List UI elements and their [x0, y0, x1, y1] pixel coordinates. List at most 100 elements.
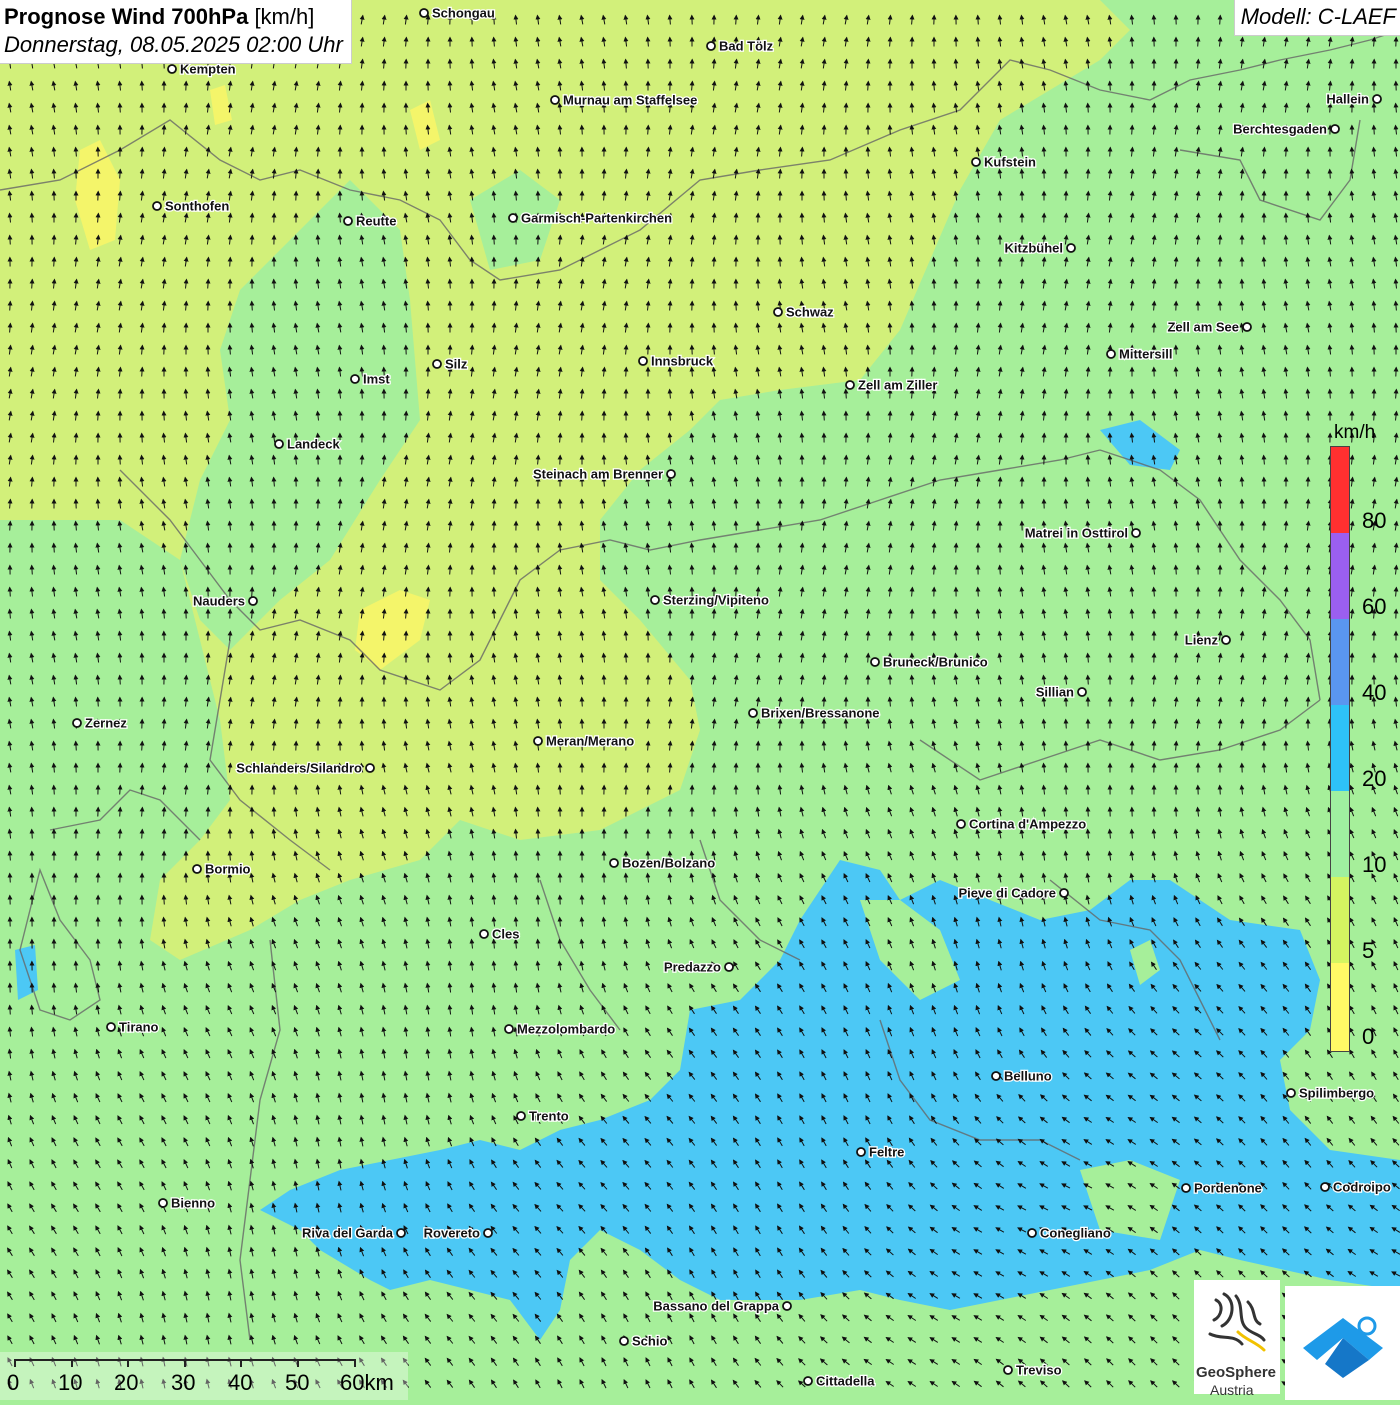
wind-arrow: [296, 544, 297, 553]
city-label: Feltre: [869, 1145, 904, 1160]
forecast-datetime: Donnerstag, 08.05.2025 02:00 Uhr: [4, 31, 343, 59]
city-label: Landeck: [287, 437, 341, 452]
weather-app-logo[interactable]: [1285, 1286, 1400, 1400]
city-marker[interactable]: Mezzolombardo: [505, 1022, 615, 1037]
city-dot: [480, 930, 488, 938]
city-dot: [249, 597, 257, 605]
scale-tick: [240, 1359, 242, 1367]
city-marker[interactable]: Zell am See: [1167, 320, 1251, 335]
city-marker[interactable]: Spilimbergo: [1287, 1086, 1374, 1101]
geosphere-emblem-icon: [1194, 1280, 1280, 1364]
wind-arrow: [824, 126, 825, 135]
geosphere-country: Austria: [1210, 1382, 1254, 1398]
city-marker[interactable]: Brixen/Bressanone: [749, 706, 880, 721]
city-marker[interactable]: Conegliano: [1028, 1226, 1111, 1241]
city-dot: [366, 764, 374, 772]
geosphere-logo[interactable]: GeoSphere Austria: [1194, 1280, 1280, 1394]
legend-unit: km/h: [1334, 422, 1375, 444]
city-marker[interactable]: Pieve di Cadore: [958, 886, 1068, 901]
wind-arrow: [978, 588, 979, 597]
wind-arrow: [142, 654, 143, 663]
legend-seg-40: [1331, 619, 1349, 705]
wind-arrow: [1066, 412, 1067, 421]
city-marker[interactable]: Sterzing/Vipiteno: [651, 593, 769, 608]
city-marker[interactable]: Schongau: [420, 6, 495, 21]
wind-arrow: [1352, 148, 1353, 157]
city-dot: [725, 963, 733, 971]
wind-arrow: [1330, 390, 1331, 399]
wind-arrow: [758, 786, 759, 795]
city-marker[interactable]: Bruneck/Brunico: [871, 655, 988, 670]
wind-arrow: [956, 324, 957, 333]
wind-arrow: [32, 280, 33, 289]
wind-arrow: [648, 698, 649, 707]
wind-arrow: [538, 544, 539, 553]
city-marker[interactable]: Schlanders/Silandro: [236, 761, 374, 776]
city-dot: [957, 820, 965, 828]
city-label: Hallein: [1326, 92, 1369, 107]
city-marker[interactable]: Bozen/Bolzano: [610, 856, 715, 871]
city-marker[interactable]: Cortina d'Ampezzo: [957, 817, 1086, 832]
wind-arrow: [230, 544, 231, 553]
city-marker[interactable]: Riva del Garda: [302, 1226, 405, 1241]
city-marker[interactable]: Zell am Ziller: [846, 378, 937, 393]
wind-arrow: [10, 874, 11, 883]
city-marker[interactable]: Steinach am Brenner: [533, 467, 675, 482]
wind-arrow: [604, 456, 605, 465]
city-marker[interactable]: Meran/Merano: [534, 734, 634, 749]
city-marker[interactable]: Bassano del Grappa: [653, 1299, 791, 1314]
wind-arrow: [1000, 280, 1001, 289]
city-label: Sonthofen: [165, 199, 229, 214]
wind-arrow: [978, 236, 979, 245]
wind-arrow: [186, 808, 187, 817]
scale-label: 30: [171, 1370, 195, 1396]
city-label: Tirano: [119, 1020, 159, 1035]
wind-forecast-map[interactable]: SchongauBad TölzKemptenMurnau am Staffel…: [0, 0, 1400, 1400]
wind-arrow: [1330, 170, 1331, 179]
wind-arrow: [472, 258, 473, 267]
wind-arrow: [384, 148, 385, 157]
legend-seg-20: [1331, 705, 1349, 791]
city-label: Predazzo: [664, 960, 721, 975]
city-label: Cittadella: [816, 1374, 875, 1389]
city-marker[interactable]: Matrei in Osttirol: [1025, 526, 1140, 541]
wind-arrow: [384, 434, 385, 443]
city-marker[interactable]: Garmisch-Partenkirchen: [509, 211, 672, 226]
geosphere-name: GeoSphere: [1196, 1364, 1276, 1381]
wind-arrow: [538, 830, 539, 839]
wind-arrow: [692, 566, 693, 575]
city-marker[interactable]: Sonthofen: [153, 199, 229, 214]
wind-arrow: [648, 412, 649, 421]
city-dot: [774, 308, 782, 316]
wind-arrow: [1308, 698, 1309, 707]
city-marker[interactable]: Pordenone: [1182, 1181, 1262, 1196]
wind-arrow: [670, 786, 671, 795]
wind-arrow: [1110, 434, 1111, 443]
wind-arrow: [32, 214, 33, 223]
city-label: Sterzing/Vipiteno: [663, 593, 769, 608]
wind-arrow: [230, 258, 231, 267]
city-marker[interactable]: Murnau am Staffelsee: [551, 93, 697, 108]
city-label: Treviso: [1016, 1363, 1062, 1378]
wind-arrow: [274, 566, 275, 575]
city-marker[interactable]: Berchtesgaden: [1233, 122, 1339, 137]
city-marker[interactable]: Innsbruck: [639, 354, 714, 369]
wind-arrow: [758, 742, 759, 751]
city-dot: [1060, 889, 1068, 897]
wind-arrow: [494, 522, 495, 531]
scale-bar: 0 10 20 30 40 50 60km: [0, 1352, 408, 1400]
city-label: Spilimbergo: [1299, 1086, 1374, 1101]
wind-arrow: [472, 544, 473, 553]
legend-seg-10: [1331, 791, 1349, 877]
wind-arrow: [252, 588, 253, 597]
wind-arrow: [142, 148, 143, 157]
wind-arrow: [890, 126, 891, 135]
city-dot: [651, 596, 659, 604]
wind-arrow: [252, 236, 253, 245]
wind-arrow: [10, 522, 11, 531]
wind-arrow: [1022, 258, 1023, 267]
wind-arrow: [1220, 236, 1221, 245]
wind-arrow: [560, 764, 561, 773]
wind-arrow: [450, 566, 451, 575]
wind-arrow: [54, 984, 55, 993]
